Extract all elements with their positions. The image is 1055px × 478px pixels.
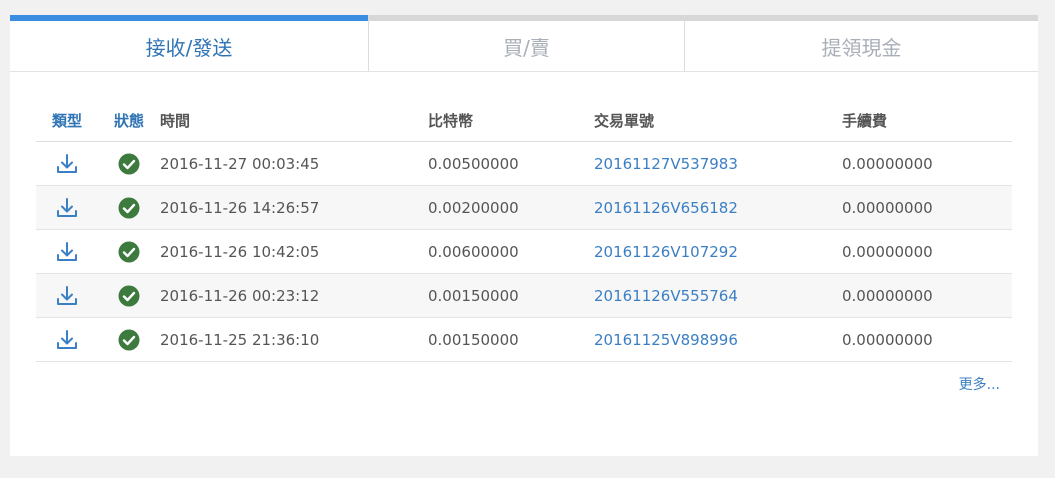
txid-link[interactable]: 20161126V107292: [594, 229, 842, 274]
download-icon: [57, 197, 77, 217]
txid-link[interactable]: 20161126V656182: [594, 185, 842, 230]
column-header-btc: 比特幣: [428, 99, 594, 142]
fee-cell: 0.00000000: [842, 185, 1012, 230]
txid-link[interactable]: 20161125V898996: [594, 317, 842, 362]
type-cell: [36, 185, 98, 230]
txid-link[interactable]: 20161127V537983: [594, 141, 842, 186]
tab-label: 提領現金: [821, 35, 902, 60]
download-icon: [57, 329, 77, 349]
status-cell: [98, 141, 160, 186]
fee-cell: 0.00000000: [842, 273, 1012, 318]
table-row: 2016-11-26 14:26:57 0.00200000 20161126V…: [36, 185, 1012, 230]
column-header-status[interactable]: 狀態: [98, 99, 160, 142]
tab-label: 買/賣: [503, 35, 550, 60]
check-circle-icon: [118, 285, 140, 306]
table-row: 2016-11-25 21:36:10 0.00150000 20161125V…: [36, 317, 1012, 362]
time-cell: 2016-11-26 10:42:05: [160, 229, 428, 274]
btc-cell: 0.00150000: [428, 273, 594, 318]
status-cell: [98, 229, 160, 274]
tab-indicator: [685, 15, 1038, 21]
type-cell: [36, 317, 98, 362]
download-icon: [57, 285, 77, 305]
tab-label: 接收/發送: [145, 35, 233, 60]
tab-buy-sell[interactable]: 買/賣: [368, 15, 684, 71]
table-row: 2016-11-27 00:03:45 0.00500000 20161127V…: [36, 141, 1012, 186]
table-row: 2016-11-26 00:23:12 0.00150000 20161126V…: [36, 273, 1012, 318]
tab-receive-send[interactable]: 接收/發送: [10, 15, 368, 71]
type-cell: [36, 229, 98, 274]
table-row: 2016-11-26 10:42:05 0.00600000 20161126V…: [36, 229, 1012, 274]
tab-withdraw-cash[interactable]: 提領現金: [684, 15, 1038, 71]
btc-cell: 0.00500000: [428, 141, 594, 186]
btc-cell: 0.00150000: [428, 317, 594, 362]
check-circle-icon: [118, 329, 140, 350]
type-cell: [36, 141, 98, 186]
check-circle-icon: [118, 241, 140, 262]
transactions-panel: 接收/發送 買/賣 提領現金 類型 狀態 時間 比特幣 交易單號 手續費 201…: [10, 15, 1038, 456]
status-cell: [98, 317, 160, 362]
btc-cell: 0.00200000: [428, 185, 594, 230]
status-cell: [98, 185, 160, 230]
check-circle-icon: [118, 153, 140, 174]
tab-indicator: [369, 15, 684, 21]
column-header-txid: 交易單號: [594, 99, 842, 142]
tab-indicator: [10, 15, 368, 21]
fee-cell: 0.00000000: [842, 317, 1012, 362]
fee-cell: 0.00000000: [842, 141, 1012, 186]
transactions-table: 類型 狀態 時間 比特幣 交易單號 手續費 2016-11-27 00:03:4…: [36, 99, 1012, 362]
time-cell: 2016-11-25 21:36:10: [160, 317, 428, 362]
table-body: 2016-11-27 00:03:45 0.00500000 20161127V…: [36, 141, 1012, 362]
time-cell: 2016-11-27 00:03:45: [160, 141, 428, 186]
time-cell: 2016-11-26 00:23:12: [160, 273, 428, 318]
btc-cell: 0.00600000: [428, 229, 594, 274]
download-icon: [57, 241, 77, 261]
more-link[interactable]: 更多...: [959, 374, 1000, 394]
txid-link[interactable]: 20161126V555764: [594, 273, 842, 318]
column-header-type[interactable]: 類型: [36, 99, 98, 142]
type-cell: [36, 273, 98, 318]
fee-cell: 0.00000000: [842, 229, 1012, 274]
status-cell: [98, 273, 160, 318]
table-header-row: 類型 狀態 時間 比特幣 交易單號 手續費: [36, 99, 1012, 142]
tab-bar: 接收/發送 買/賣 提領現金: [10, 15, 1038, 72]
column-header-time: 時間: [160, 99, 428, 142]
time-cell: 2016-11-26 14:26:57: [160, 185, 428, 230]
check-circle-icon: [118, 197, 140, 218]
column-header-fee: 手續費: [842, 99, 1012, 142]
download-icon: [57, 153, 77, 173]
